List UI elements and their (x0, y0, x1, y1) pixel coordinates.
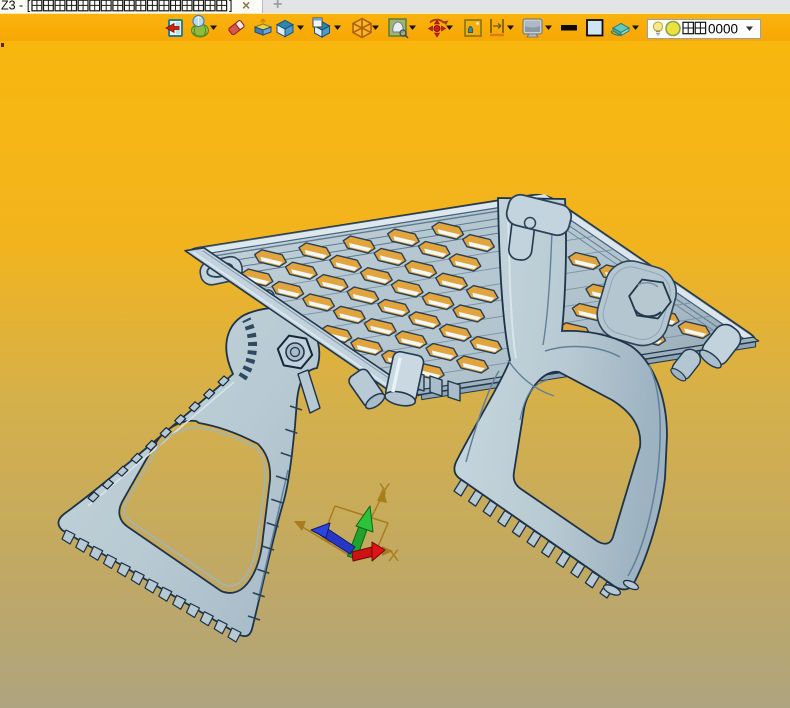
svg-text:Z3 - [: Z3 - [ (1, 0, 31, 12)
svg-text:X: X (388, 546, 399, 565)
svg-text:Y: Y (379, 480, 390, 499)
svg-text:0000: 0000 (708, 22, 738, 37)
svg-text:]: ] (229, 0, 232, 12)
